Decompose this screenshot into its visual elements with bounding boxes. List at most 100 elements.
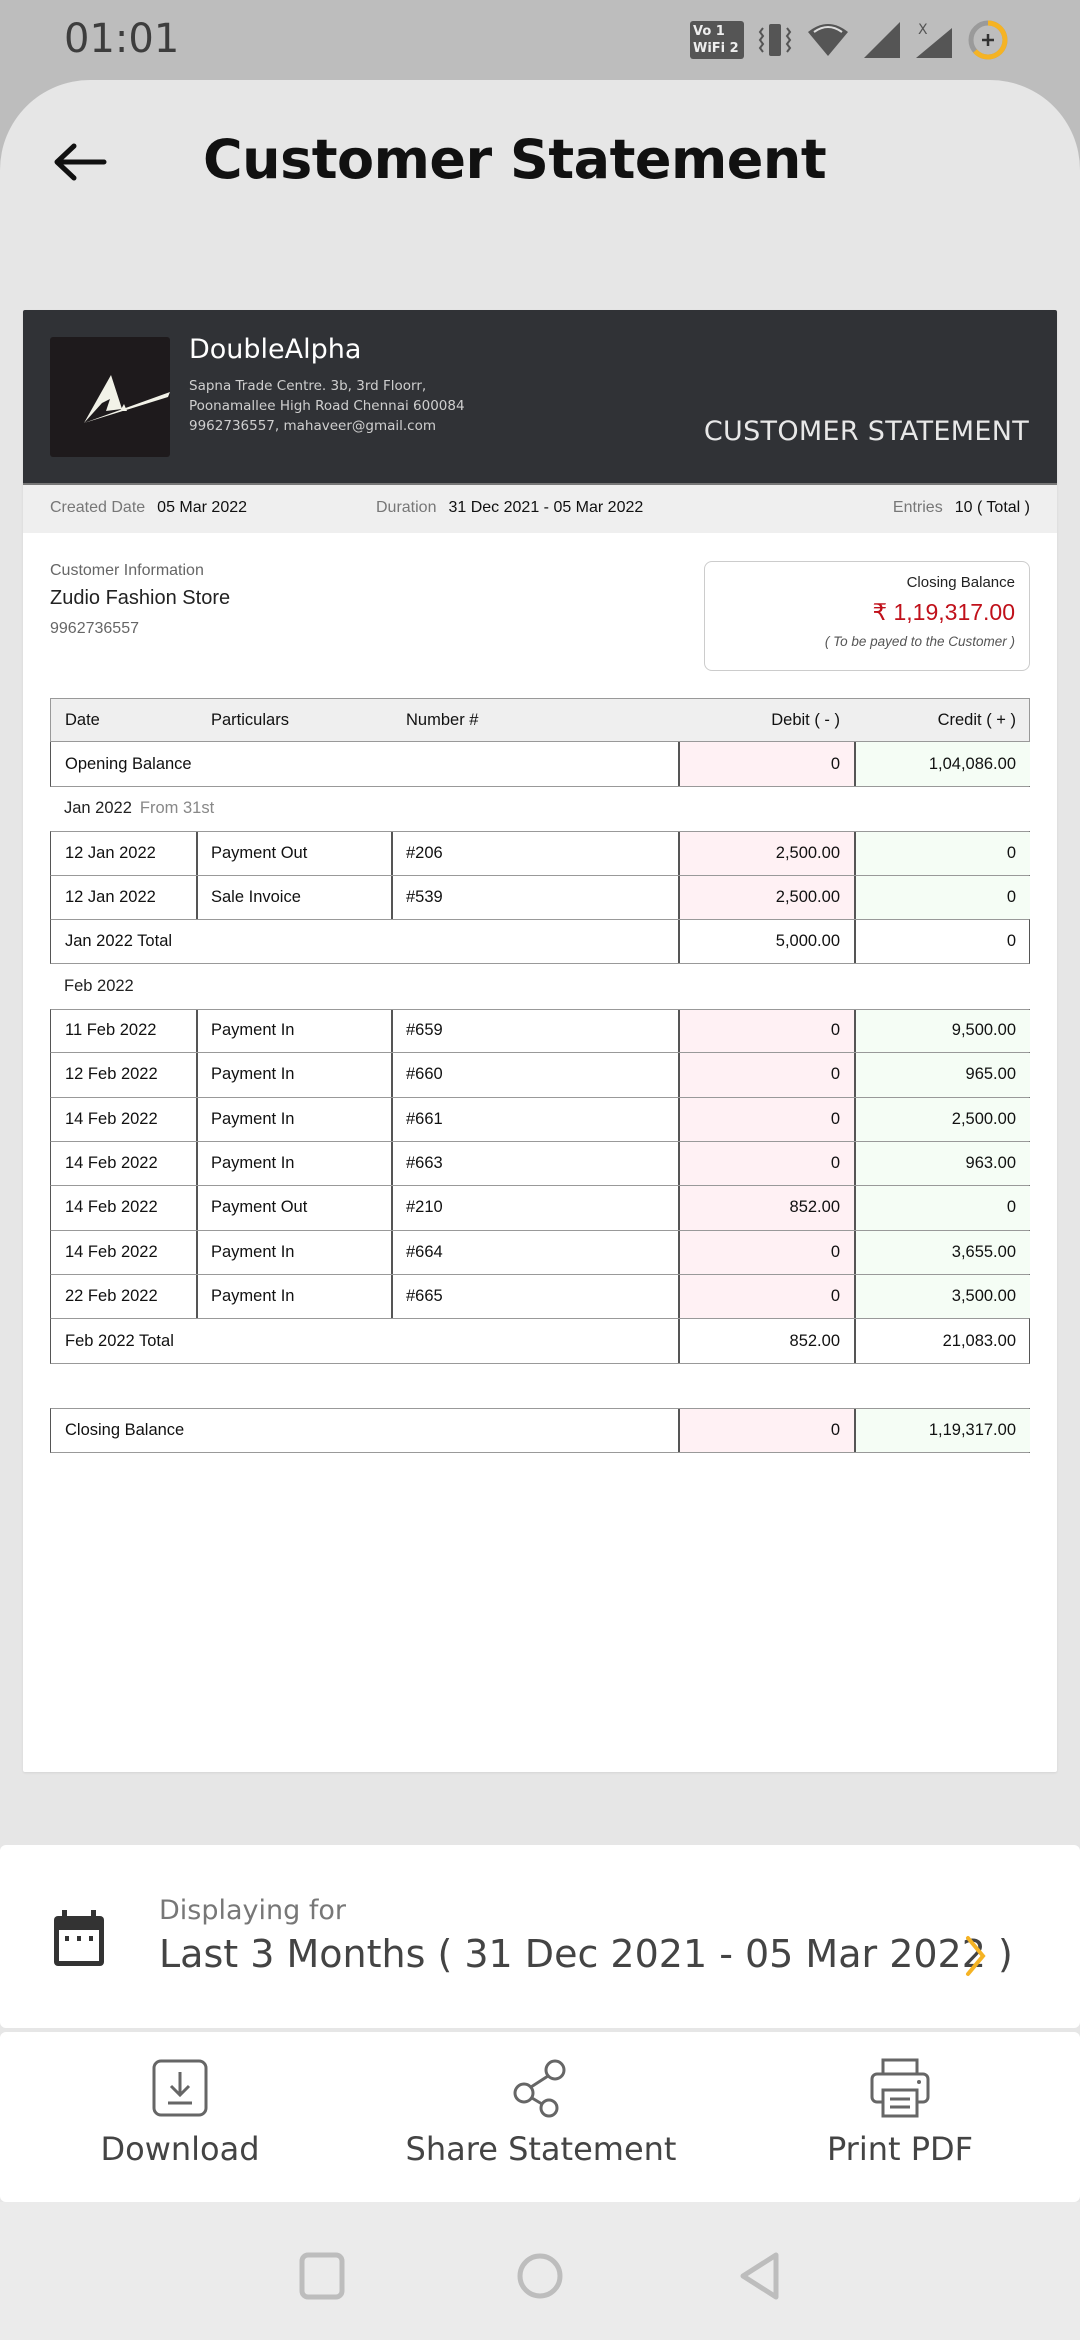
row-credit: 0 <box>854 875 1030 919</box>
vowifi-label-bottom: WiFi 2 <box>693 41 739 56</box>
filter-value[interactable]: Last 3 Months ( 31 Dec 2021 - 05 Mar 202… <box>159 1932 1013 1976</box>
recents-button[interactable] <box>292 2246 352 2306</box>
table-row: 22 Feb 2022 Payment In #665 0 3,500.00 <box>50 1275 1030 1320</box>
row-date: 11 Feb 2022 <box>65 1021 157 1040</box>
printer-icon <box>870 2058 930 2118</box>
row-number: #664 <box>406 1242 443 1261</box>
row-date: 12 Jan 2022 <box>65 887 156 906</box>
table-row: 14 Feb 2022 Payment Out #210 852.00 0 <box>50 1186 1030 1231</box>
statement-document[interactable]: DoubleAlpha Sapna Trade Centre. 3b, 3rd … <box>23 310 1057 1772</box>
col-particulars: Particulars <box>211 710 289 729</box>
table-row: 12 Feb 2022 Payment In #660 0 965.00 <box>50 1053 1030 1098</box>
meta-created: Created Date 05 Mar 2022 <box>50 499 247 517</box>
total-credit: 0 <box>1006 932 1016 951</box>
col-date: Date <box>65 710 100 729</box>
row-debit: 0 <box>678 1053 854 1097</box>
table-row: 12 Jan 2022 Sale Invoice #539 2,500.00 0 <box>50 875 1030 920</box>
row-particulars: Payment In <box>211 1065 295 1084</box>
document-kind: CUSTOMER STATEMENT <box>703 416 1029 447</box>
duration-label: Duration <box>376 499 437 516</box>
row-particulars: Payment In <box>211 1242 295 1261</box>
closing-debit: 0 <box>678 1409 854 1452</box>
month-total-row: Feb 2022 Total 852.00 21,083.00 <box>50 1319 1030 1364</box>
closing-credit: 1,19,317.00 <box>854 1409 1030 1452</box>
meta-duration: Duration 31 Dec 2021 - 05 Mar 2022 <box>376 499 643 517</box>
row-debit: 0 <box>678 1009 854 1053</box>
row-debit: 852.00 <box>678 1186 854 1230</box>
row-number: #665 <box>406 1287 443 1306</box>
battery-saver-icon <box>968 20 1008 60</box>
row-credit: 2,500.00 <box>854 1097 1030 1141</box>
month-total-row: Jan 2022 Total 5,000.00 0 <box>50 919 1030 965</box>
entries-value: 10 ( Total ) <box>954 499 1030 516</box>
closing-label: Closing Balance <box>65 1420 185 1439</box>
customer-phone: 9962736557 <box>50 620 139 637</box>
filter-label: Displaying for <box>159 1895 346 1926</box>
address-line-2: Poonamallee High Road Chennai 600084 <box>189 398 465 414</box>
status-time: 01:01 <box>64 16 180 62</box>
arrow-left-icon <box>54 143 107 181</box>
row-date: 22 Feb 2022 <box>65 1287 158 1306</box>
opening-credit: 1,04,086.00 <box>854 742 1030 786</box>
page-title: Customer Statement <box>203 128 827 191</box>
row-number: #539 <box>406 887 443 906</box>
recents-icon <box>299 2252 345 2300</box>
back-button[interactable] <box>48 130 112 194</box>
row-particulars: Payment In <box>211 1287 295 1306</box>
row-debit: 0 <box>678 1275 854 1319</box>
row-particulars: Payment Out <box>211 1198 308 1217</box>
row-date: 12 Feb 2022 <box>65 1065 158 1084</box>
total-debit: 5,000.00 <box>775 932 840 951</box>
statement-header: DoubleAlpha Sapna Trade Centre. 3b, 3rd … <box>23 310 1057 483</box>
row-particulars: Payment Out <box>211 843 308 862</box>
download-button[interactable]: Download <box>30 2056 330 2196</box>
svg-text:X: X <box>918 22 928 38</box>
row-credit: 3,500.00 <box>854 1275 1030 1319</box>
share-label: Share Statement <box>405 2130 677 2168</box>
signal-icon <box>864 22 900 58</box>
system-nav-bar <box>0 2202 1080 2340</box>
row-date: 14 Feb 2022 <box>65 1154 158 1173</box>
total-label: Jan 2022 Total <box>65 932 173 951</box>
opening-debit: 0 <box>678 742 854 786</box>
table-row: 14 Feb 2022 Payment In #661 0 2,500.00 <box>50 1097 1030 1142</box>
back-icon <box>740 2252 779 2300</box>
print-pdf-button[interactable]: Print PDF <box>750 2056 1050 2196</box>
back-nav-button[interactable] <box>730 2246 790 2306</box>
opening-balance-row: Opening Balance 0 1,04,086.00 <box>50 742 1030 787</box>
closing-balance-amount: ₹ 1,19,317.00 <box>872 599 1015 625</box>
col-number: Number # <box>406 710 479 729</box>
table-row: 12 Jan 2022 Payment Out #206 2,500.00 0 <box>50 831 1030 876</box>
meta-entries: Entries 10 ( Total ) <box>893 499 1030 517</box>
home-button[interactable] <box>510 2246 570 2306</box>
table-row: 14 Feb 2022 Payment In #664 0 3,655.00 <box>50 1230 1030 1276</box>
row-credit: 963.00 <box>854 1141 1030 1186</box>
closing-balance-title: Closing Balance <box>906 574 1015 591</box>
table-row: 11 Feb 2022 Payment In #659 0 9,500.00 <box>50 1008 1030 1054</box>
calendar-icon <box>54 1910 104 1966</box>
vibrate-icon <box>758 24 792 56</box>
row-number: #661 <box>406 1109 443 1128</box>
closing-balance-row: Closing Balance 0 1,19,317.00 <box>50 1408 1030 1453</box>
status-icons: Vo 1 WiFi 2 X <box>690 18 1010 62</box>
status-bar: 01:01 Vo 1 WiFi 2 X <box>0 0 1080 80</box>
vowifi-label-top: Vo 1 <box>693 24 725 39</box>
month-name: Feb 2022 <box>64 977 134 996</box>
row-debit: 0 <box>678 1141 854 1186</box>
chevron-right-icon[interactable] <box>964 1934 988 1978</box>
share-statement-button[interactable]: Share Statement <box>391 2056 691 2196</box>
row-debit: 0 <box>678 1230 854 1275</box>
home-icon <box>517 2253 563 2299</box>
wifi-icon <box>808 24 848 56</box>
row-date: 14 Feb 2022 <box>65 1242 158 1261</box>
row-credit: 9,500.00 <box>854 1009 1030 1053</box>
month-name: Jan 2022 <box>64 799 132 818</box>
download-icon <box>152 2059 208 2117</box>
vowifi-icon: Vo 1 WiFi 2 <box>690 21 744 59</box>
row-credit: 0 <box>854 1186 1030 1230</box>
row-debit: 2,500.00 <box>678 875 854 919</box>
table-header: Date Particulars Number # Debit ( - ) Cr… <box>50 698 1030 743</box>
closing-balance-note: ( To be payed to the Customer ) <box>824 634 1015 649</box>
signal-no-service-icon: X <box>916 22 952 58</box>
month-label-jan: Jan 2022 From 31st <box>50 787 1030 831</box>
